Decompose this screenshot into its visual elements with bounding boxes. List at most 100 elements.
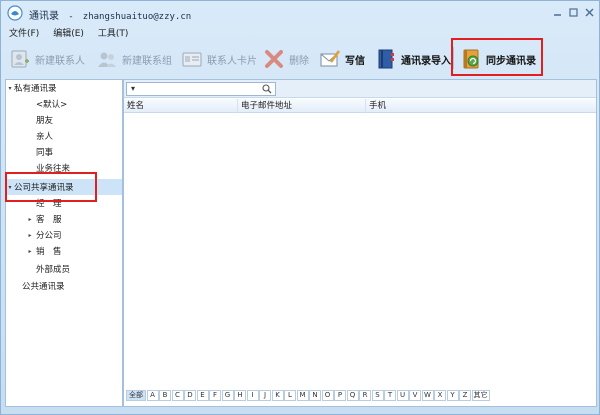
alphabet-filter-button[interactable]: W: [421, 390, 434, 401]
search-icon[interactable]: [262, 84, 272, 94]
alphabet-filter-button[interactable]: M: [296, 390, 309, 401]
alphabet-filter-button[interactable]: X: [434, 390, 446, 401]
window-title: 通讯录 - zhangshuaituo@zzy.cn: [29, 7, 191, 22]
tree-item-label: 私有通讯录: [14, 84, 57, 94]
new-group-icon: [98, 52, 116, 67]
tree-item-public[interactable]: 公共通讯录: [6, 278, 122, 294]
alphabet-filter-button[interactable]: G: [221, 390, 234, 401]
alphabet-filter-button[interactable]: I: [246, 390, 259, 401]
new-contact-button[interactable]: 新建联系人: [9, 43, 85, 75]
minimize-button[interactable]: [549, 5, 565, 19]
alphabet-filter-button[interactable]: Q: [346, 390, 359, 401]
contact-card-label: 联系人卡片: [207, 55, 257, 67]
tree-item-sales[interactable]: ▸ 销 售: [6, 243, 122, 259]
collapsed-arrow-icon[interactable]: ▸: [26, 216, 34, 223]
tree-item-customer-service[interactable]: ▸ 客 服: [6, 211, 122, 227]
alphabet-filter-button[interactable]: C: [171, 390, 184, 401]
alphabet-filter-button[interactable]: J: [259, 390, 271, 401]
collapsed-arrow-icon[interactable]: ▸: [26, 232, 34, 239]
minimize-icon: [553, 13, 561, 16]
alphabet-filter-button[interactable]: A: [146, 390, 159, 401]
window-title-label: 通讯录: [29, 11, 59, 22]
search-dropdown-icon[interactable]: ▾: [131, 84, 135, 93]
alphabet-filter-button[interactable]: V: [409, 390, 421, 401]
collapsed-arrow-icon[interactable]: ▸: [26, 248, 34, 255]
new-group-label: 新建联系组: [122, 55, 172, 67]
app-logo-icon: [7, 5, 23, 21]
alphabet-filter-button[interactable]: L: [284, 390, 296, 401]
alphabet-filter-bar: 全部 A B C D E F G H I J K L M N O P Q R S T U V W X Y Z 其它: [124, 390, 596, 404]
tree-item-private[interactable]: ▾ 私有通讯录: [6, 80, 122, 96]
new-contact-label: 新建联系人: [35, 55, 85, 67]
close-button[interactable]: [581, 5, 597, 19]
alphabet-filter-button[interactable]: T: [384, 390, 396, 401]
write-mail-button[interactable]: 写信: [319, 43, 365, 75]
tree-item-label: 公共通讯录: [22, 282, 65, 292]
contact-list-panel: ▾ 姓名 电子邮件地址 手机 全部 A B C D E F G H I J K L M N O P Q R S T U V W…: [123, 79, 597, 407]
tree-item-external[interactable]: 外部成员: [6, 261, 122, 277]
tree-item-label: <默认>: [36, 100, 68, 110]
column-header-email[interactable]: 电子邮件地址: [238, 99, 366, 113]
sync-highlight-box: [451, 38, 543, 76]
alphabet-filter-button[interactable]: P: [334, 390, 346, 401]
tree-item-label: 客 服: [36, 215, 62, 225]
new-contact-icon: [11, 50, 29, 68]
alphabet-filter-button[interactable]: D: [184, 390, 196, 401]
group-tree-panel: ▾ 私有通讯录 <默认> 朋友 亲人 同事 业务往来 ▾ 公司共享通讯录 经 理…: [5, 79, 123, 407]
tree-item-default[interactable]: <默认>: [6, 96, 122, 112]
alphabet-filter-button[interactable]: 全部: [126, 390, 146, 401]
tree-item-label: 亲人: [36, 132, 54, 142]
write-mail-label: 写信: [345, 55, 365, 67]
tree-item-colleagues[interactable]: 同事: [6, 144, 122, 160]
tree-item-friends[interactable]: 朋友: [6, 112, 122, 128]
tree-item-family[interactable]: 亲人: [6, 128, 122, 144]
search-input[interactable]: [141, 84, 261, 94]
alphabet-filter-button[interactable]: S: [371, 390, 384, 401]
alphabet-filter-button[interactable]: H: [234, 390, 246, 401]
window-account: zhangshuaituo@zzy.cn: [82, 12, 192, 22]
search-strip: ▾: [124, 80, 596, 98]
address-book-window: 通讯录 - zhangshuaituo@zzy.cn 文件(F) 编辑(E) 工…: [0, 0, 600, 415]
write-mail-icon: [320, 50, 341, 67]
window-title-separator: -: [68, 12, 74, 22]
company-highlight-box: [5, 172, 97, 202]
delete-label: 删除: [289, 55, 309, 67]
tree-item-label: 分公司: [36, 231, 62, 241]
alphabet-filter-button[interactable]: 其它: [471, 390, 490, 401]
alphabet-filter-button[interactable]: R: [359, 390, 371, 401]
column-header-mobile[interactable]: 手机: [366, 99, 596, 113]
alphabet-filter-button[interactable]: B: [159, 390, 171, 401]
alphabet-filter-button[interactable]: O: [321, 390, 334, 401]
alphabet-filter-button[interactable]: K: [271, 390, 284, 401]
column-header-row: 姓名 电子邮件地址 手机: [124, 99, 596, 113]
title-bar: 通讯录 - zhangshuaituo@zzy.cn: [1, 1, 599, 25]
menu-tools[interactable]: 工具(T): [90, 25, 135, 39]
alphabet-filter-button[interactable]: F: [209, 390, 221, 401]
contact-card-icon: [182, 52, 202, 67]
delete-button[interactable]: 删除: [263, 43, 309, 75]
close-icon: [585, 8, 593, 16]
new-group-button[interactable]: 新建联系组: [96, 43, 172, 75]
menu-edit[interactable]: 编辑(E): [45, 25, 90, 39]
expanded-arrow-icon[interactable]: ▾: [6, 85, 14, 92]
maximize-button[interactable]: [565, 5, 581, 19]
menu-bar: 文件(F) 编辑(E) 工具(T): [1, 25, 599, 39]
alphabet-filter-button[interactable]: E: [196, 390, 209, 401]
menu-file[interactable]: 文件(F): [1, 25, 45, 39]
tree-item-label: 朋友: [36, 116, 54, 126]
import-label: 通讯录导入: [401, 55, 451, 67]
import-button[interactable]: 通讯录导入: [375, 43, 451, 75]
import-book-icon: [378, 49, 394, 69]
alphabet-filter-button[interactable]: Z: [459, 390, 471, 401]
tree-item-branch[interactable]: ▸ 分公司: [6, 227, 122, 243]
column-header-name[interactable]: 姓名: [124, 99, 238, 113]
alphabet-filter-button[interactable]: U: [396, 390, 409, 401]
contact-card-button[interactable]: 联系人卡片: [181, 43, 257, 75]
maximize-icon: [568, 7, 578, 17]
tree-item-label: 同事: [36, 148, 54, 158]
tree-item-label: 外部成员: [36, 265, 71, 275]
alphabet-filter-button[interactable]: N: [309, 390, 321, 401]
delete-icon: [265, 50, 283, 68]
alphabet-filter-button[interactable]: Y: [446, 390, 459, 401]
search-box: ▾: [126, 82, 276, 96]
